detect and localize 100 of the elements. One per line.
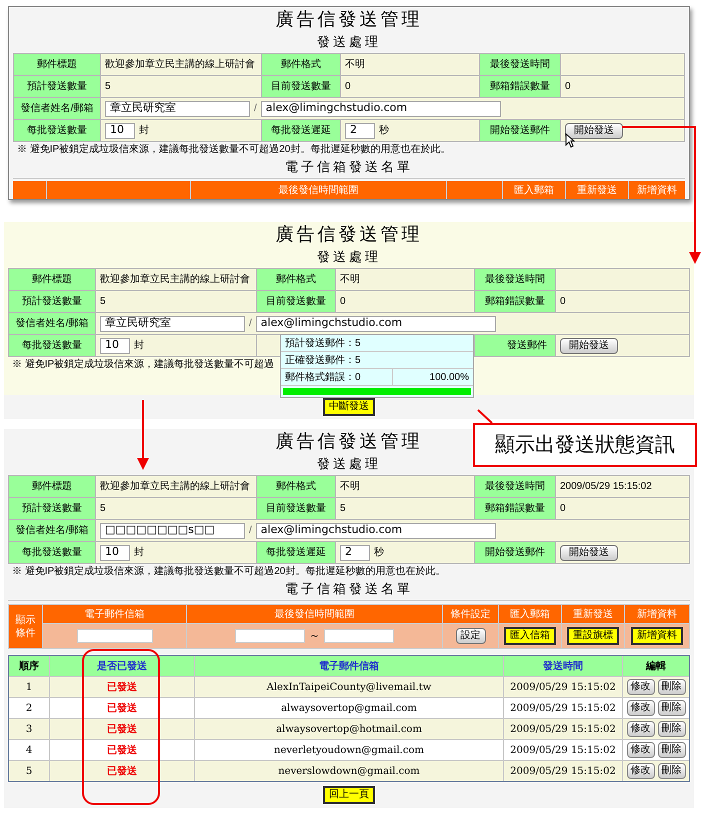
header-cell: 新增資料 — [629, 181, 685, 199]
stop-button[interactable]: 中斷發送 — [323, 398, 375, 416]
value-cell: 不明 — [336, 269, 474, 290]
value-cell: 2009/05/29 15:15:02 — [556, 476, 689, 497]
table-cell: 2009/05/29 15:15:02 — [504, 761, 622, 781]
back-button[interactable]: 回上一頁 — [323, 786, 375, 804]
column-header: 編輯 — [623, 656, 689, 676]
value-cell: 0 — [556, 498, 689, 519]
unit-label: 秒 — [379, 124, 389, 138]
table-cell: 2009/05/29 15:15:02 — [504, 740, 622, 760]
table-cell: 已發送 — [50, 698, 194, 718]
label-cell: 郵件格式 — [262, 54, 340, 75]
separator-text: / — [249, 524, 252, 538]
edit-button[interactable]: 修改 — [626, 742, 654, 758]
edit-button[interactable]: 修改 — [626, 763, 654, 779]
status-line: 正確發送郵件：5 — [281, 352, 473, 369]
value-cell: 不明 — [341, 54, 479, 75]
delete-button[interactable]: 刪除 — [658, 763, 686, 779]
page-title: 廣告信發送管理 — [276, 223, 422, 247]
input-field[interactable]: 2 — [340, 544, 370, 560]
unit-label: 秒 — [374, 546, 384, 560]
label-cell: 預計發送數量 — [9, 291, 95, 312]
input-field[interactable] — [76, 629, 152, 643]
table-cell: 2 — [9, 698, 49, 718]
label-cell: 發信者姓名/郵箱 — [14, 98, 100, 119]
input-field[interactable]: □□□□□□□□s□□ — [100, 522, 245, 538]
header-cell: 匯入郵箱 — [499, 605, 561, 623]
input-field[interactable]: alex@limingchstudio.com — [256, 316, 496, 332]
set-button[interactable]: 設定 — [456, 628, 486, 644]
label-cell: 郵件格式 — [257, 476, 335, 497]
action-button[interactable]: 匯入信箱 — [504, 627, 556, 645]
table-cell: 5 — [9, 761, 49, 781]
tilde-text: ～ — [309, 628, 320, 644]
table-cell: 已發送 — [50, 761, 194, 781]
column-header: 發送時間 — [504, 656, 622, 676]
value-cell: 5 — [336, 498, 474, 519]
table-cell: 已發送 — [50, 677, 194, 697]
separator-text: / — [254, 102, 257, 116]
edit-button[interactable]: 修改 — [626, 721, 654, 737]
value-cell: 歡迎參加章立民主講的線上研討會 — [101, 54, 261, 75]
column-header: 順序 — [9, 656, 49, 676]
label-cell: 預計發送數量 — [9, 498, 95, 519]
delete-button[interactable]: 刪除 — [658, 742, 686, 758]
section-title: 電子信箱發送名單 — [8, 580, 690, 601]
input-field[interactable]: 2 — [345, 122, 375, 138]
table-cell: AlexInTaipeiCounty@livemail.tw — [195, 677, 503, 697]
table-cell: neverslowdown@gmail.com — [195, 761, 503, 781]
unit-label: 封 — [134, 338, 144, 353]
page-title: 廣告信發送管理 — [276, 430, 422, 454]
value-cell: 0 — [341, 76, 479, 97]
section-title: 發送處理 — [317, 456, 381, 474]
label-cell: 最後發送時間 — [475, 476, 555, 497]
table-cell: 已發送 — [50, 719, 194, 739]
table-cell: 2009/05/29 15:15:02 — [504, 677, 622, 697]
action-button[interactable]: 重設旗標 — [567, 627, 619, 645]
label-cell: 郵箱錯誤數量 — [475, 291, 555, 312]
label-cell: 目前發送數量 — [257, 291, 335, 312]
column-header: 是否已發送 — [50, 656, 194, 676]
unit-label: 封 — [134, 546, 144, 560]
value-cell: 0 — [556, 291, 689, 312]
page-title: 廣告信發送管理 — [276, 8, 422, 32]
status-line: 郵件格式錯誤：0 — [281, 369, 393, 385]
delete-button[interactable]: 刪除 — [658, 700, 686, 716]
input-field[interactable] — [235, 629, 305, 643]
input-field[interactable]: 10 — [100, 544, 130, 560]
note-text: ※ 避免IP被鎖定成垃圾信來源，建議每批發送數量不可超過20封。每批遲延秒數的用意也在於此。 — [16, 142, 452, 157]
label-cell: 每批發送數量 — [9, 335, 95, 356]
percent-text: 100.00% — [428, 371, 470, 385]
delete-button[interactable]: 刪除 — [658, 679, 686, 695]
input-field[interactable]: 章立民研究室 — [100, 316, 245, 332]
table-cell: 2009/05/29 15:15:02 — [504, 719, 622, 739]
input-field[interactable]: 10 — [100, 338, 130, 354]
label-cell: 郵件格式 — [257, 269, 335, 290]
edit-button[interactable]: 修改 — [626, 700, 654, 716]
header-cell — [447, 181, 502, 199]
input-field[interactable]: 章立民研究室 — [105, 100, 250, 116]
value-cell: 5 — [96, 498, 256, 519]
value-cell: 0 — [561, 76, 684, 97]
value-cell: 歡迎參加章立民主講的線上研討會 — [96, 269, 256, 290]
header-cell: 最後發信時間範圍 — [187, 605, 442, 623]
status-line: 預計發送郵件：5 — [281, 335, 473, 352]
input-field[interactable]: 10 — [105, 122, 135, 138]
input-field[interactable] — [324, 629, 394, 643]
label-cell: 最後發送時間 — [475, 269, 555, 290]
table-cell: alwaysovertop@hotmail.com — [195, 719, 503, 739]
edit-button[interactable]: 修改 — [626, 679, 654, 695]
header-cell: 顯示條件 — [9, 605, 42, 648]
note-text: ※ 避免IP被鎖定成垃圾信來源，建議每批發送數量不可超過20封。每批遲延秒數的用意也在於此。 — [11, 564, 446, 579]
input-field[interactable]: alex@limingchstudio.com — [260, 100, 501, 116]
delete-button[interactable]: 刪除 — [658, 721, 686, 737]
action-button[interactable]: 新增資料 — [631, 627, 683, 645]
table-cell: 3 — [9, 719, 49, 739]
start-button[interactable]: 開始發送 — [560, 544, 618, 560]
start-button[interactable]: 開始發送 — [565, 122, 623, 138]
label-cell: 開始發送郵件 — [475, 542, 555, 563]
section-title: 發送處理 — [317, 34, 381, 52]
label-cell: 每批發送遲延 — [262, 120, 340, 141]
label-cell: 最後發送時間 — [480, 54, 560, 75]
input-field[interactable]: alex@limingchstudio.com — [256, 522, 496, 538]
start-button[interactable]: 開始發送 — [560, 338, 618, 354]
